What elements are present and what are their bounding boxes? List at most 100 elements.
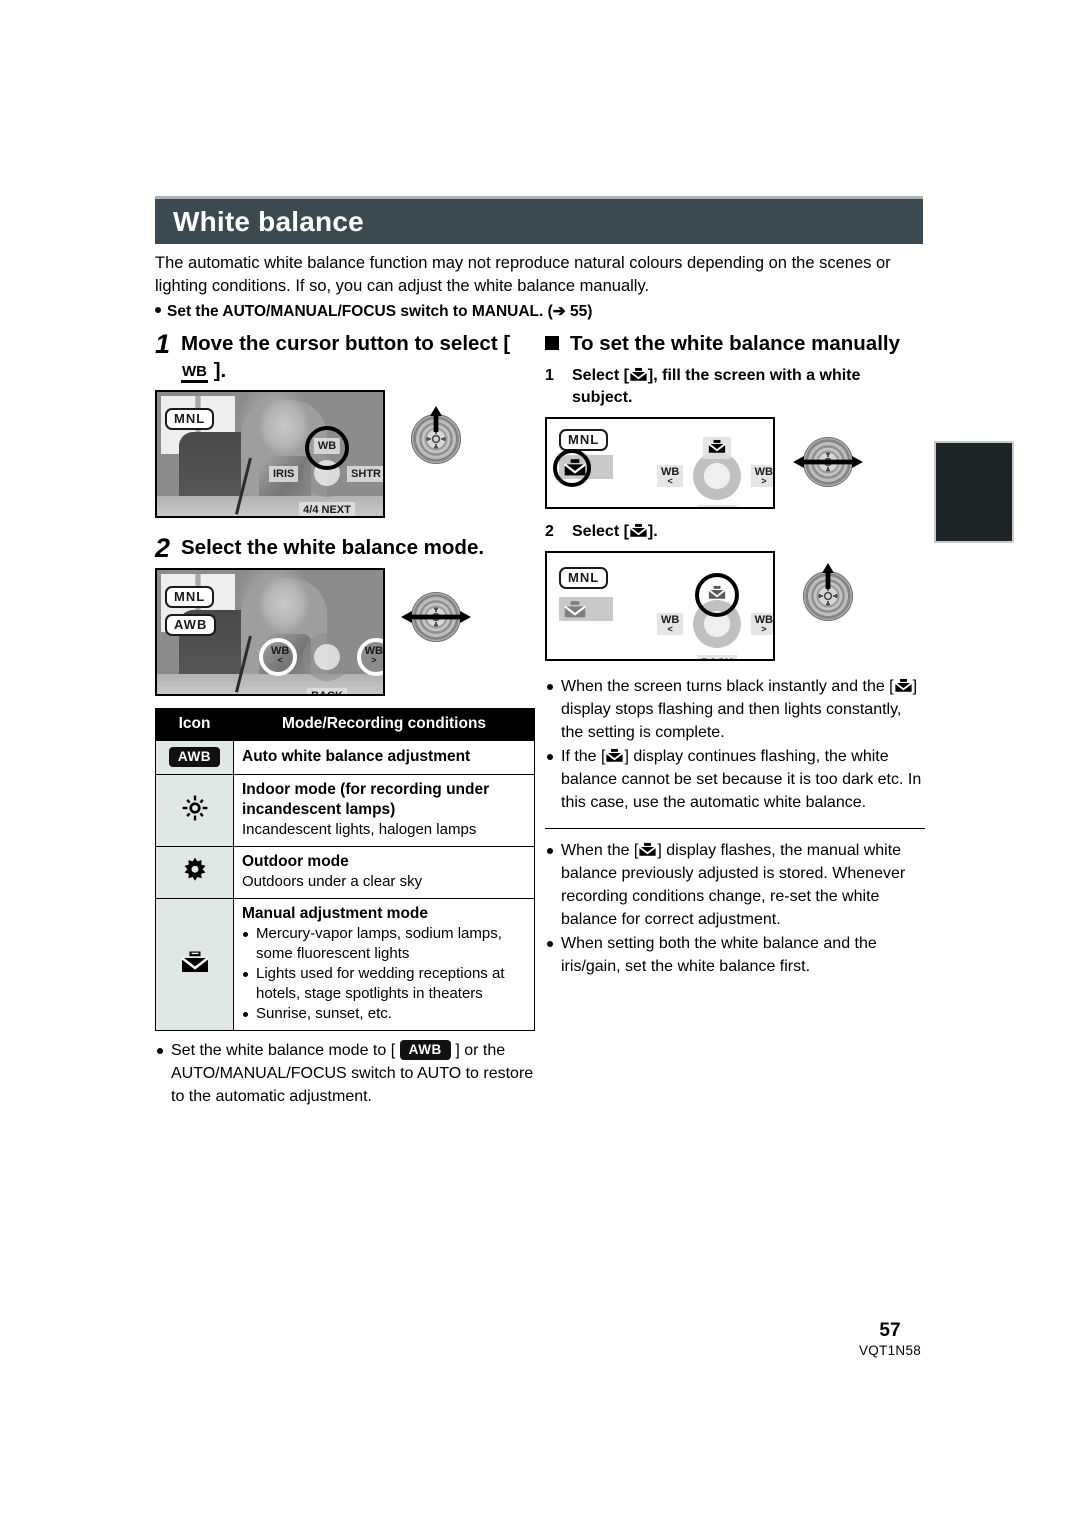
list-item: Set the white balance mode to [ AWB ] or… [155,1039,535,1108]
note-part-1: When the [ [561,842,639,859]
intro-bullet-text: Set the AUTO/MANUAL/FOCUS switch to MANU… [167,303,593,320]
camera-screen-step-2: MNL AWB WB < WB > BACK [155,568,385,696]
osd-wb-right-button[interactable]: WB > [750,465,773,487]
osd-wb-right-arrow: > [761,476,767,486]
osd-wb-left-stack: WB < [661,467,679,486]
manual-wb-icon [564,600,586,617]
manual-wb-icon [180,951,209,972]
osd-mnl-badge: MNL [165,586,215,608]
osd-manual-wb-button[interactable] [703,437,731,459]
list-item: When the [] display flashes, the manual … [545,839,925,931]
substep-2-text-after: ]. [647,523,658,540]
substep-2-text: Select []. [572,521,658,543]
osd-back-button[interactable]: BACK [697,505,737,507]
manual-page: White balance The automatic white balanc… [0,0,1080,1526]
section-bullet-square-icon [545,336,559,350]
cursor-button-icon [401,586,471,648]
table-row: Manual adjustment mode Mercury-vapor lam… [155,898,535,1031]
page-number: 57 [879,1320,901,1341]
osd-control-cluster-step-2: WB < WB > BACK [259,620,383,694]
note-part-1: Set the white balance mode to [ [171,1042,396,1059]
osd-shtr-button[interactable]: SHTR [347,466,383,482]
step-1-figure: MNL WB IRIS SHTR 4/4 NEXT [155,390,535,518]
osd-next-button[interactable]: 4/4 NEXT [299,502,355,516]
step-2-number: 2 [155,533,171,563]
arrow-up-icon [430,406,442,432]
osd-awb-badge: AWB [165,614,217,636]
list-item: If the [] display continues flashing, th… [545,745,925,814]
left-note-list: Set the white balance mode to [ AWB ] or… [155,1039,535,1108]
mode-title: Indoor mode (for recording under incande… [242,781,490,818]
manual-wb-icon [629,367,648,382]
table-cell-conditions: Indoor mode (for recording under incande… [233,774,535,847]
step-2-figure: MNL AWB WB < WB > BACK [155,568,535,696]
manual-wb-icon [638,842,657,857]
table-cell-icon [155,898,234,1031]
arrow-left-right-icon [793,456,863,468]
list-item: When setting both the white balance and … [545,932,925,978]
joystick-step-1 [405,406,467,470]
selection-ring-manual-wb [695,573,739,617]
wb-icon: WB [181,364,208,383]
substep-1-text-before: Select [ [572,367,629,384]
osd-back-button[interactable]: BACK [697,655,737,659]
mode-title: Auto white balance adjustment [242,748,471,765]
table-header-conditions: Mode/Recording conditions [233,708,535,741]
list-item: Mercury-vapor lamps, sodium lamps, some … [242,924,526,964]
joystick-step-2 [401,586,471,648]
substep-2-text-before: Select [ [572,523,629,540]
substep-1-text: Select [], fill the screen with a white … [572,365,925,409]
table-cell-conditions: Auto white balance adjustment [233,740,535,775]
table-row: Indoor mode (for recording under incande… [155,774,535,847]
osd-hub [704,463,730,489]
step-1-text: Move the cursor button to select [ WB ]. [181,330,535,384]
substep-1: 1 Select [], fill the screen with a whit… [545,365,925,409]
table-row: Outdoor mode Outdoors under a clear sky [155,846,535,899]
manual-wb-icon [708,439,726,453]
osd-mnl-badge: MNL [559,429,609,451]
arrow-up-icon [822,563,834,589]
indoor-sun-icon [182,795,207,820]
mode-title: Manual adjustment mode [242,905,429,922]
osd-control-cluster-manual-1: WB < WB > BACK [657,437,773,507]
camera-screen-manual-1: MNL WB < WB > [545,417,775,509]
table-cell-conditions: Outdoor mode Outdoors under a clear sky [233,846,535,899]
list-item: When the screen turns black instantly an… [545,675,925,744]
page-title-bar: White balance [155,196,923,244]
table-header-row: Icon Mode/Recording conditions [155,708,535,741]
osd-iris-button[interactable]: IRIS [269,466,299,482]
step-2-text: Select the white balance mode. [181,536,485,559]
selection-ring-wb-right [357,638,383,676]
section-title: To set the white balance manually [570,332,900,355]
camera-screen-step-1: MNL WB IRIS SHTR 4/4 NEXT [155,390,385,518]
cursor-button-icon [793,431,863,493]
page-title: White balance [173,205,364,237]
right-note-list-2: When the [] display flashes, the manual … [545,839,925,978]
cursor-button-icon [405,406,467,470]
mode-condition-list: Mercury-vapor lamps, sodium lamps, some … [242,924,526,1024]
osd-wb-left-button[interactable]: WB < [657,613,684,635]
document-code: VQT1N58 [858,1343,922,1358]
osd-wb-left-arrow: < [667,624,673,634]
right-note-list-1: When the screen turns black instantly an… [545,675,925,814]
selection-ring-wb [305,426,349,470]
table-cell-icon [155,774,234,847]
osd-back-button[interactable]: BACK [307,688,347,694]
note-part-1: If the [ [561,748,606,765]
intro-bullet: Set the AUTO/MANUAL/FOCUS switch to MANU… [155,302,923,322]
osd-wb-right-button[interactable]: WB > [750,613,773,635]
osd-hub [314,644,340,670]
note-part-1: When setting both the white balance and … [561,935,877,975]
mode-subtitle: Outdoors under a clear sky [242,873,423,890]
substep-1-number: 1 [545,367,554,384]
table-cell-icon: AWB [155,740,234,775]
mode-title: Outdoor mode [242,853,349,870]
right-column: To set the white balance manually 1 Sele… [545,330,925,979]
substep-2-number: 2 [545,523,554,540]
osd-wb-right-arrow: > [761,624,767,634]
list-item: Sunrise, sunset, etc. [242,1004,526,1024]
manual-wb-icon [605,748,624,763]
section-heading: To set the white balance manually [545,330,925,357]
substep-2-figure: MNL WB < WB > [545,551,925,661]
osd-wb-left-button[interactable]: WB < [657,465,684,487]
